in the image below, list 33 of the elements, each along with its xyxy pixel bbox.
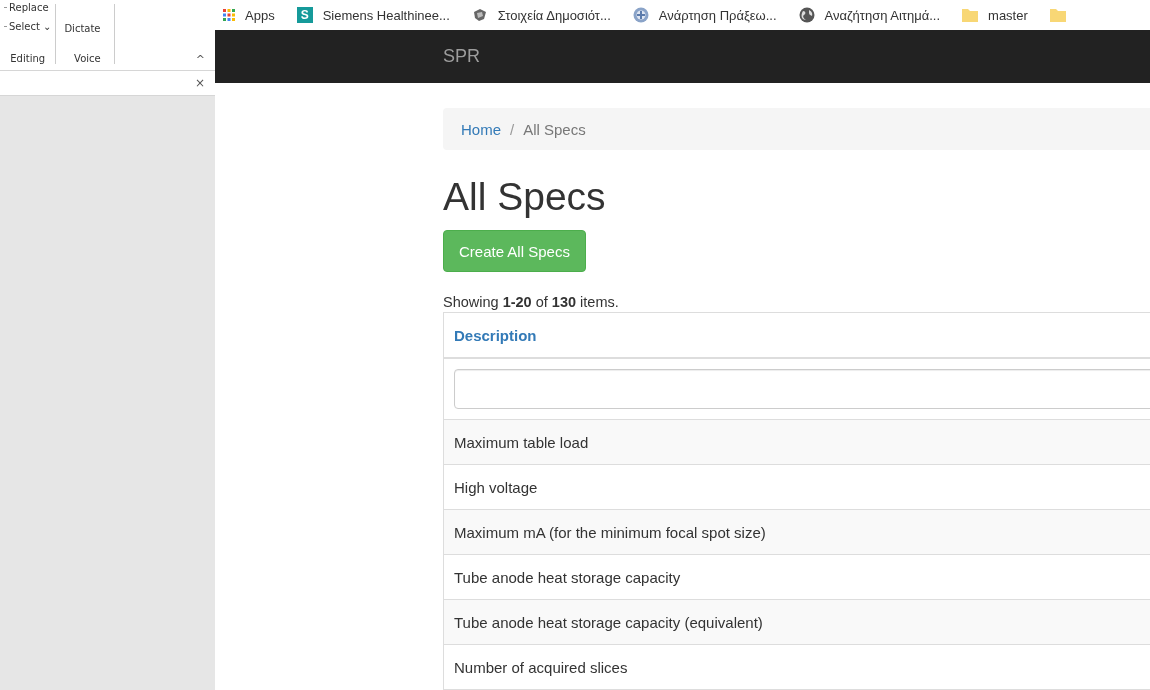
navbar-brand[interactable]: SPR — [443, 46, 480, 68]
bookmark-folder-icon[interactable] — [1049, 8, 1066, 22]
summary-text: Showing 1-20 of 130 items. — [443, 294, 620, 310]
filter-field[interactable] — [454, 369, 1150, 409]
bookmark[interactable]: S Siemens Healthinee... — [296, 7, 450, 23]
table-cell: Tube anode heat storage capacity (equivalent) — [443, 599, 1150, 645]
emblem-icon — [632, 7, 649, 23]
bookmark[interactable]: Αναζήτηση Αιτημά... — [798, 7, 941, 23]
site-logo-icon: S — [296, 7, 313, 23]
table-cell: Maximum mA (for the minimum focal spot size) — [443, 509, 1150, 555]
ribbon-command[interactable]: Dictate — [64, 23, 111, 34]
globe-icon — [798, 7, 815, 23]
close-button[interactable]: × — [194, 76, 205, 90]
column-header[interactable]: Description — [443, 312, 1150, 358]
folder-icon — [962, 8, 979, 22]
bookmark[interactable]: master — [962, 7, 1028, 23]
table-cell: Tube anode heat storage capacity — [443, 554, 1150, 600]
group-label: Voice — [73, 53, 102, 64]
apps-grid-icon — [223, 9, 235, 21]
ribbon-command[interactable]: Replace — [4, 2, 52, 13]
group-label: Editing — [9, 53, 47, 64]
page-heading: All Specs — [443, 175, 607, 220]
breadcrumb-separator: / — [509, 120, 516, 138]
bookmark[interactable]: Apps — [223, 7, 275, 23]
breadcrumb-current: All Specs — [523, 120, 586, 138]
table-cell: High voltage — [443, 464, 1150, 510]
ribbon-command[interactable]: Select ⌄ — [4, 21, 52, 32]
breadcrumb-link[interactable]: Home — [461, 120, 501, 138]
table-cell: Number of acquired slices — [443, 644, 1150, 690]
collapse-ribbon-button[interactable]: ^ — [195, 53, 205, 66]
bookmark[interactable]: Ανάρτηση Πράξεω... — [632, 7, 777, 23]
table-cell: Maximum table load — [443, 419, 1150, 465]
bookmark[interactable]: Στοιχεία Δημοσιότ... — [471, 7, 611, 23]
